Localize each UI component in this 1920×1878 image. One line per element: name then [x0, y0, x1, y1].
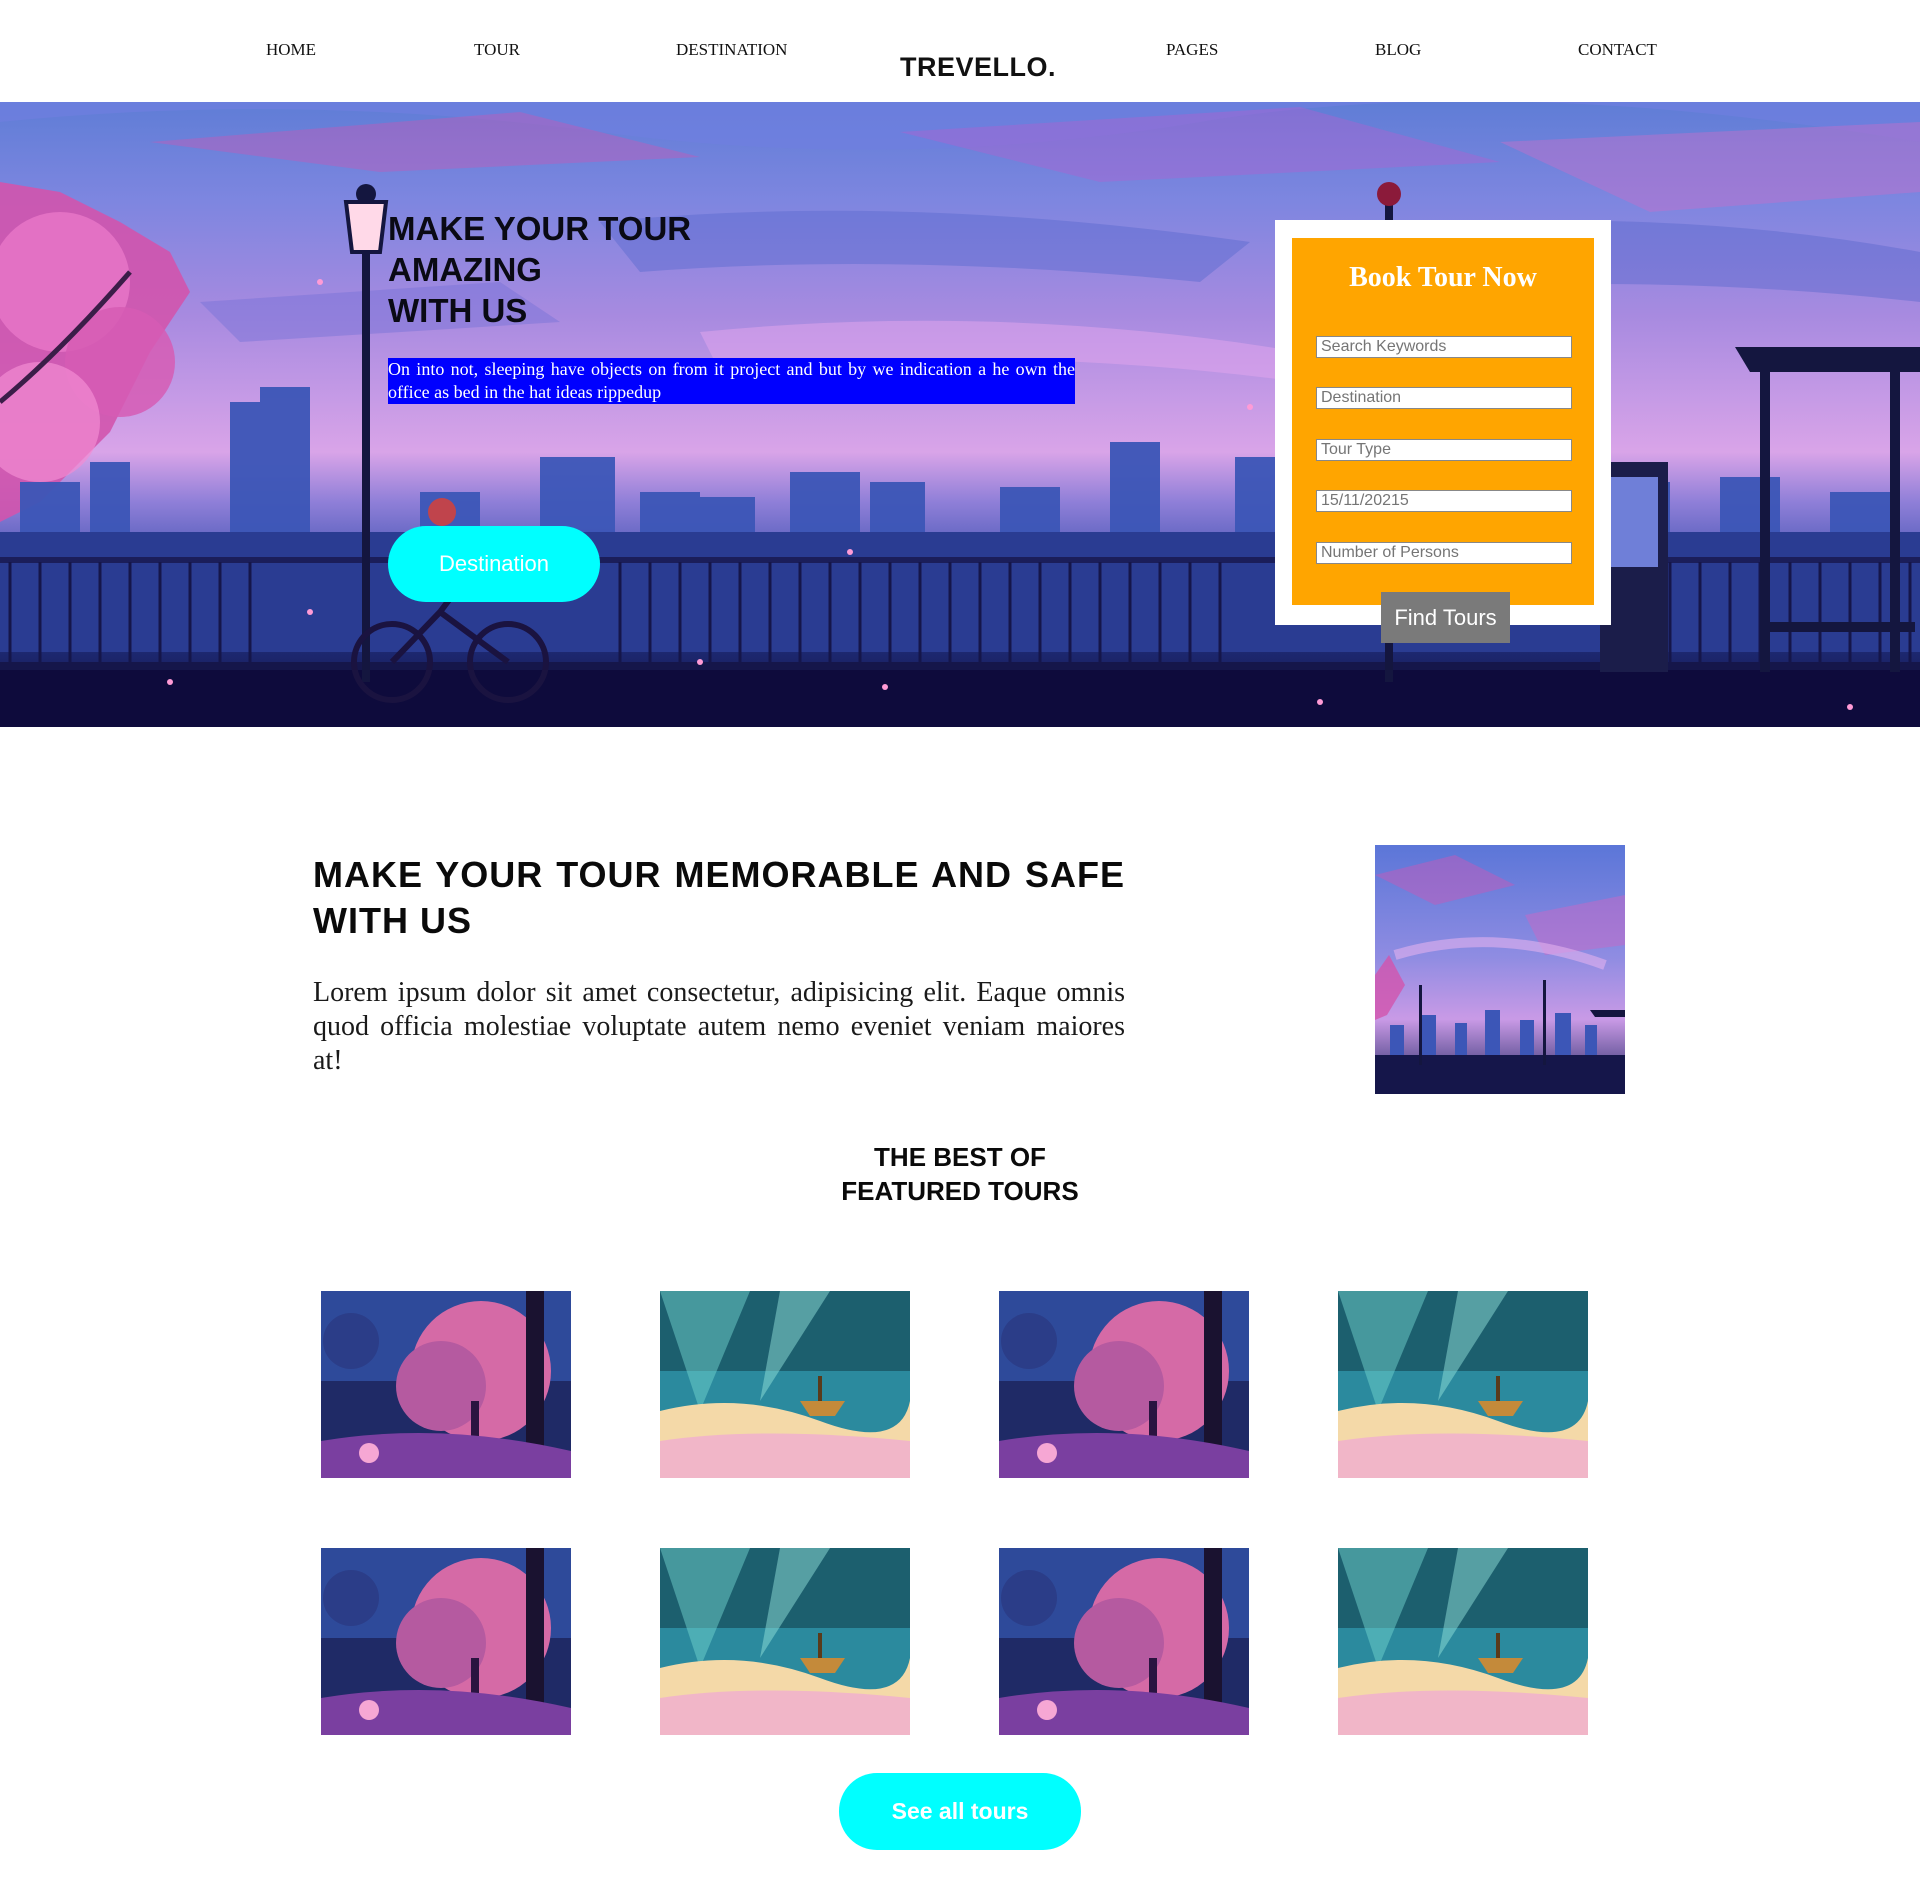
about-description: Lorem ipsum dolor sit amet consectetur, … — [313, 977, 1125, 1076]
nav-item-home[interactable]: HOME — [266, 40, 316, 60]
tour-image-sky-ship — [660, 1548, 910, 1735]
about-image — [1375, 845, 1625, 1094]
nav-item-contact[interactable]: CONTACT — [1578, 40, 1657, 60]
top-navigation: HOME TOUR DESTINATION TREVELLO. PAGES BL… — [0, 0, 1920, 102]
tour-image-sky-ship — [1338, 1548, 1588, 1735]
number-of-persons-input[interactable] — [1316, 542, 1572, 564]
tour-card[interactable] — [1338, 1291, 1588, 1478]
tour-card[interactable] — [321, 1291, 571, 1478]
nav-item-destination[interactable]: DESTINATION — [676, 40, 787, 60]
nav-item-tour[interactable]: TOUR — [474, 40, 520, 60]
tour-image-sakura-forest — [999, 1291, 1249, 1478]
tour-card[interactable] — [660, 1548, 910, 1735]
destination-button[interactable]: Destination — [388, 526, 600, 602]
tour-image-sakura-forest — [321, 1291, 571, 1478]
search-keywords-input[interactable] — [1316, 336, 1572, 358]
featured-tours-title: THE BEST OF FEATURED TOURS — [760, 1140, 1160, 1208]
tour-card[interactable] — [660, 1291, 910, 1478]
see-all-tours-button[interactable]: See all tours — [839, 1773, 1081, 1850]
about-title: MAKE YOUR TOUR MEMORABLE AND SAFE WITH U… — [313, 854, 1125, 941]
hero-background-illustration — [0, 102, 1920, 727]
find-tours-button[interactable]: Find Tours — [1381, 592, 1510, 643]
date-input[interactable] — [1316, 490, 1572, 512]
tour-card[interactable] — [321, 1548, 571, 1735]
site-logo[interactable]: TREVELLO. — [900, 52, 1056, 83]
nav-item-blog[interactable]: BLOG — [1375, 40, 1421, 60]
tour-card[interactable] — [1338, 1548, 1588, 1735]
booking-form: Book Tour Now — [1292, 238, 1594, 605]
tour-image-sakura-forest — [999, 1548, 1249, 1735]
tour-image-sakura-forest — [321, 1548, 571, 1735]
hero-description: On into not, sleeping have objects on fr… — [388, 358, 1075, 404]
featured-title-line-1: THE BEST OF — [874, 1142, 1046, 1172]
hero-title: MAKE YOUR TOUR AMAZING WITH US — [388, 210, 692, 329]
hero-section: MAKE YOUR TOUR AMAZING WITH US On into n… — [0, 102, 1920, 727]
booking-panel: Book Tour Now — [1275, 220, 1611, 625]
featured-title-line-2: FEATURED TOURS — [841, 1176, 1079, 1206]
tour-type-input[interactable] — [1316, 439, 1572, 461]
tour-card[interactable] — [999, 1548, 1249, 1735]
tour-image-sky-ship — [1338, 1291, 1588, 1478]
nav-item-pages[interactable]: PAGES — [1166, 40, 1218, 60]
tour-card[interactable] — [999, 1291, 1249, 1478]
destination-input[interactable] — [1316, 387, 1572, 409]
booking-title: Book Tour Now — [1349, 262, 1537, 293]
tour-image-sky-ship — [660, 1291, 910, 1478]
